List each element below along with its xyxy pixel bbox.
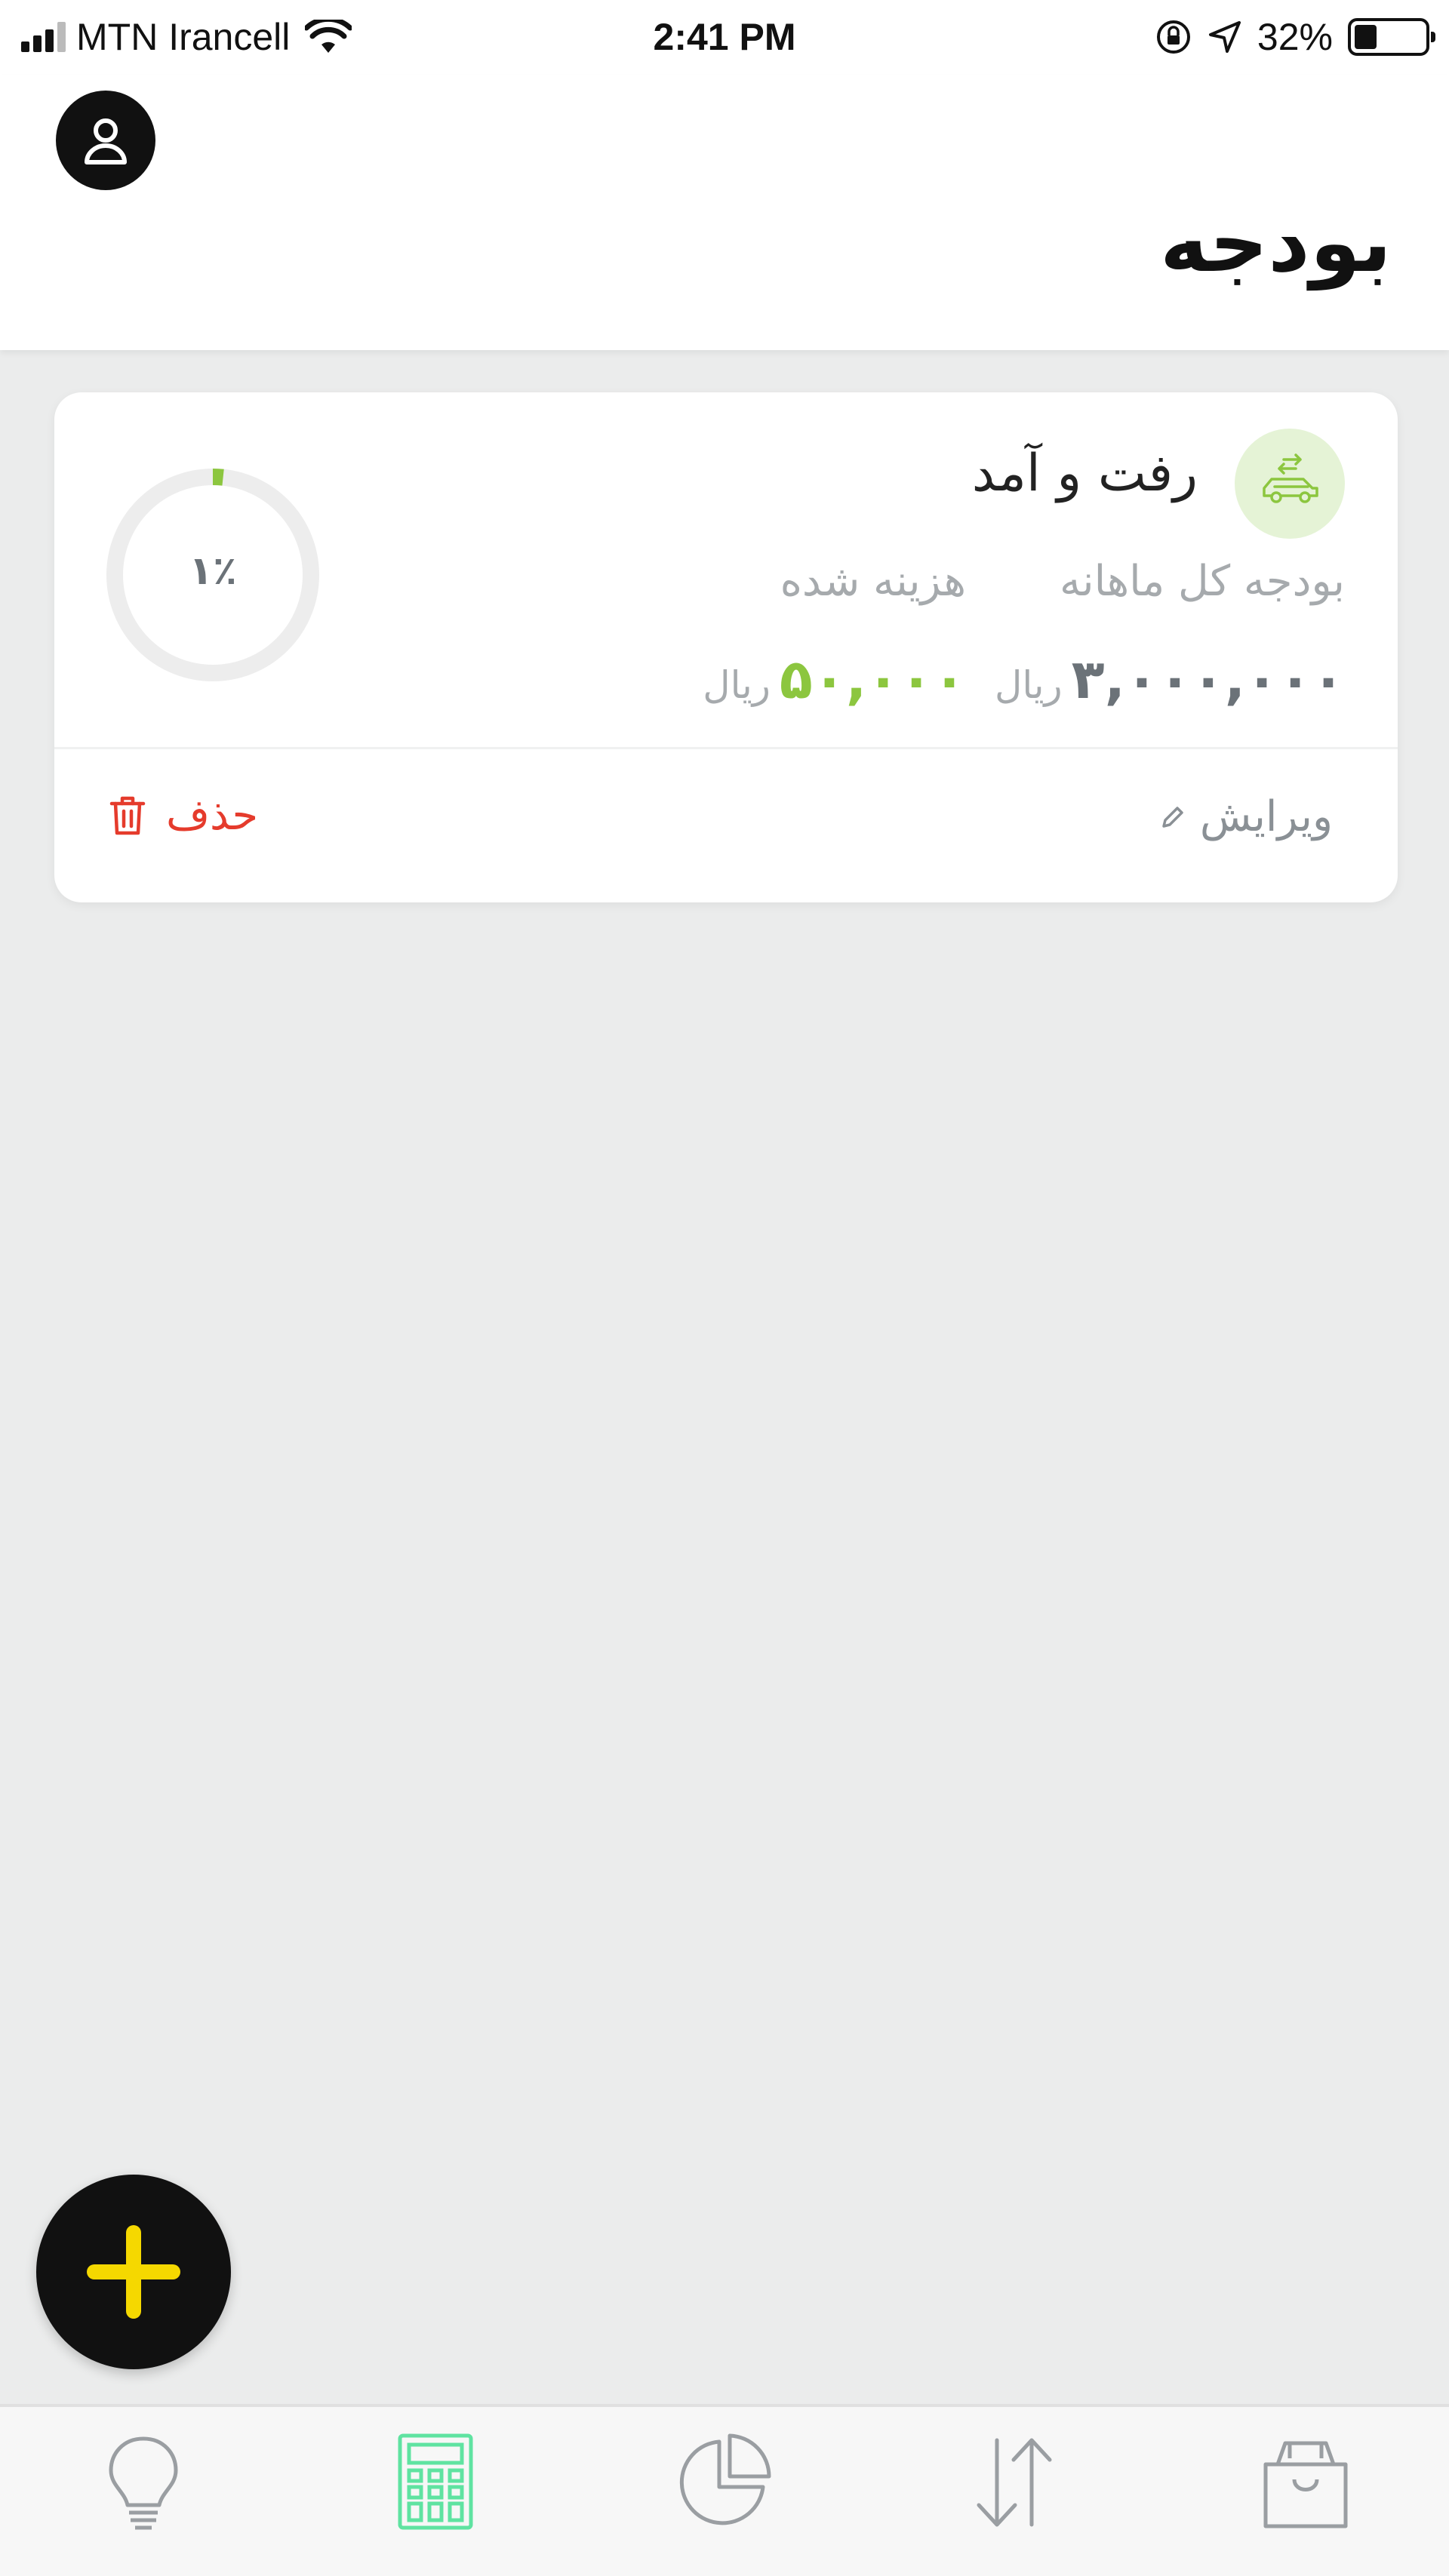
nav-budget[interactable] (368, 2425, 503, 2538)
spent-label: هزینه شده (780, 557, 966, 606)
user-icon (85, 118, 127, 164)
trash-icon (109, 796, 146, 835)
delete-button[interactable]: حذف (109, 791, 258, 840)
nav-shopping[interactable] (1238, 2425, 1374, 2538)
nav-tips[interactable] (75, 2425, 211, 2538)
edit-button[interactable]: ویرایش (1158, 792, 1333, 841)
status-bar: MTN Irancell 2:41 PM 32% (0, 0, 1449, 75)
profile-button[interactable] (56, 91, 155, 190)
battery-fill (1355, 25, 1377, 49)
lightbulb-icon (109, 2436, 178, 2530)
plus-icon (87, 2225, 180, 2319)
spent-value: ۵۰,۰۰۰ (779, 647, 966, 711)
bottom-nav (0, 2404, 1449, 2576)
page-title: بودجه (1159, 196, 1392, 290)
progress-text: ۱٪ (189, 549, 236, 594)
delete-label: حذف (166, 791, 259, 840)
battery-percent: 32% (1257, 16, 1333, 58)
total-currency: ریال (995, 663, 1063, 707)
category-title: رفت و آمد (971, 444, 1198, 503)
calculator-icon (398, 2433, 473, 2530)
card-divider (54, 747, 1398, 749)
transfer-arrows-icon (977, 2438, 1052, 2527)
monthly-total-amount: ۳,۰۰۰,۰۰۰ ریال (995, 647, 1345, 711)
orientation-lock-icon (1156, 20, 1190, 54)
car-icon (1263, 453, 1318, 503)
location-arrow-icon (1208, 21, 1241, 53)
total-value: ۳,۰۰۰,۰۰۰ (1071, 647, 1345, 711)
add-budget-button[interactable] (36, 2175, 231, 2369)
status-right: 32% (1155, 11, 1435, 63)
shopping-bag-icon (1263, 2441, 1348, 2528)
nav-transactions[interactable] (946, 2425, 1082, 2538)
pencil-icon (1162, 806, 1183, 828)
battery-icon (1348, 18, 1435, 56)
progress-ring: ۱٪ (106, 469, 319, 681)
spent-currency: ریال (703, 663, 771, 707)
monthly-total-label: بودجه کل ماهانه (1059, 557, 1345, 606)
category-icon-badge (1235, 429, 1345, 539)
app-header: بودجه (0, 75, 1449, 350)
budget-card[interactable]: رفت و آمد بودجه کل ماهانه هزینه شده ۳,۰۰… (54, 392, 1398, 902)
nav-reports[interactable] (657, 2425, 792, 2538)
edit-label: ویرایش (1199, 792, 1333, 841)
pie-chart-icon (679, 2433, 771, 2525)
spent-amount: ۵۰,۰۰۰ ریال (703, 647, 966, 711)
